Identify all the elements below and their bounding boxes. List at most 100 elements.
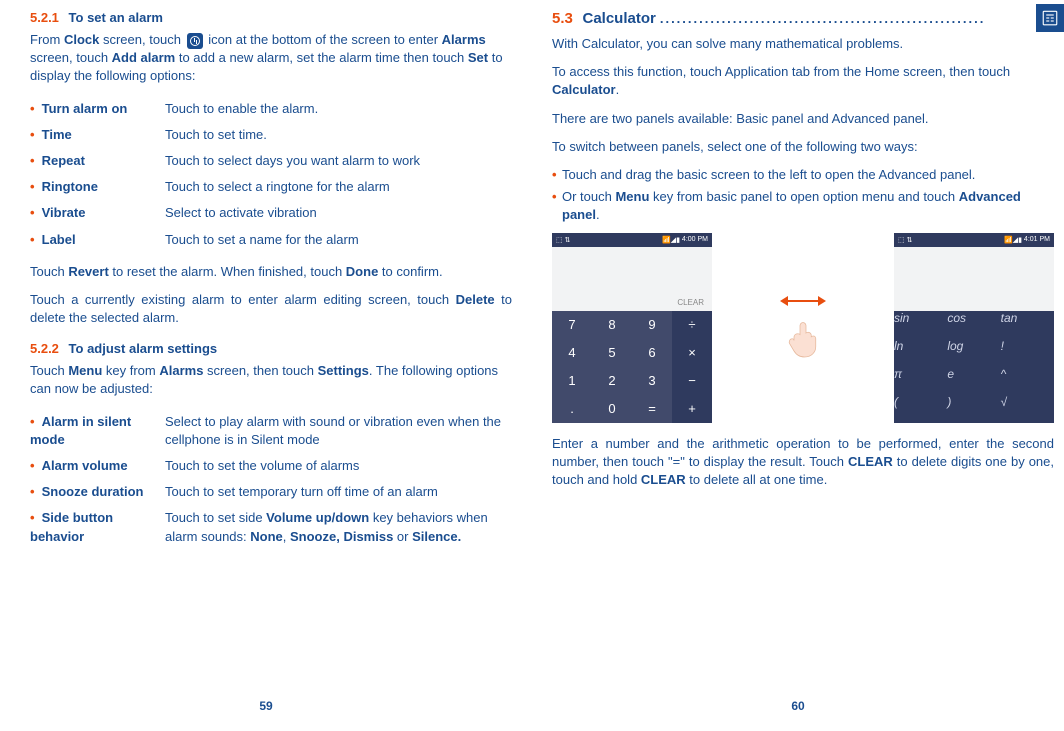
bullet-icon: • xyxy=(30,100,38,118)
signal-icon: 📶◢▮ xyxy=(662,236,680,244)
option-desc: Touch to set time. xyxy=(165,122,512,148)
basic-keypad: 789÷456×123−.0=+ xyxy=(552,311,712,423)
hand-icon xyxy=(779,312,827,360)
calc-key: 6 xyxy=(632,339,672,367)
calc-key: × xyxy=(672,339,712,367)
alarm-options-table: • Turn alarm on Touch to enable the alarm… xyxy=(30,96,512,253)
bullet-icon: • xyxy=(30,231,38,249)
calc-display: CLEAR xyxy=(552,247,712,311)
bullet-icon: • xyxy=(552,188,562,224)
sec-number: 5.2.1 xyxy=(30,10,59,25)
calc-key: 8 xyxy=(592,311,632,339)
bullet-icon: • xyxy=(30,178,38,196)
calc-key: 9 xyxy=(632,311,672,339)
bullet-icon: • xyxy=(30,204,38,222)
bullet-icon: • xyxy=(30,457,38,475)
bullet-icon: • xyxy=(552,166,562,184)
option-desc: Touch to select a ringtone for the alarm xyxy=(165,174,512,200)
advanced-keypad: sincostanlnlog!πe^()√ xyxy=(894,311,1054,423)
option-name: Label xyxy=(42,232,76,247)
option-row: • LabelTouch to set a name for the alarm xyxy=(30,227,512,253)
option-name: Vibrate xyxy=(42,205,86,220)
delete-paragraph: Touch a currently existing alarm to ente… xyxy=(30,291,512,327)
calc-p1: With Calculator, you can solve many math… xyxy=(552,35,1054,53)
option-desc: Select to play alarm with sound or vibra… xyxy=(165,409,512,453)
option-desc: Touch to set side Volume up/down key beh… xyxy=(165,505,512,549)
option-desc: Touch to set temporary turn off time of … xyxy=(165,479,512,505)
option-row: • Alarm volumeTouch to set the volume of… xyxy=(30,453,512,479)
option-name: Snooze duration xyxy=(42,484,144,499)
option-name: Time xyxy=(42,127,72,142)
calculator-screenshots: ⬚ ⇅ 📶◢▮4:00 PM CLEAR 789÷456×123−.0=+ ⬚ … xyxy=(552,233,1054,423)
bullet-2: • Or touch Menu key from basic panel to … xyxy=(552,188,1054,224)
option-row: • Time Touch to set time. xyxy=(30,122,512,148)
option-name: Turn alarm on xyxy=(42,101,128,116)
option-name: Ringtone xyxy=(42,179,98,194)
sec-title: To set an alarm xyxy=(69,10,163,25)
calc-key: log xyxy=(947,339,1000,367)
calc-key: π xyxy=(894,367,947,395)
sec-number: 5.2.2 xyxy=(30,341,59,356)
bullet-icon: • xyxy=(30,483,38,501)
bullet-icon: • xyxy=(30,152,38,170)
calc-key: 7 xyxy=(552,311,592,339)
option-name: Alarm volume xyxy=(42,458,128,473)
calc-key: 0 xyxy=(592,395,632,423)
heading-521: 5.2.1 To set an alarm xyxy=(30,10,512,25)
bullet-1: • Touch and drag the basic screen to the… xyxy=(552,166,1054,184)
status-left-icon: ⬚ ⇅ xyxy=(556,236,570,244)
calc-key: 1 xyxy=(552,367,592,395)
status-left-icon: ⬚ ⇅ xyxy=(898,236,912,244)
option-name: Alarm in silent mode xyxy=(30,414,131,447)
sec-number: 5.3 xyxy=(552,10,573,27)
status-time: 4:01 PM xyxy=(1024,236,1050,243)
swipe-indicator xyxy=(718,296,888,360)
status-time: 4:00 PM xyxy=(682,236,708,243)
calc-key: ^ xyxy=(1001,367,1054,395)
calc-key: ln xyxy=(894,339,947,367)
calc-key: 3 xyxy=(632,367,672,395)
option-row: • Alarm in silent mode Select to play ala… xyxy=(30,409,512,453)
calc-display xyxy=(894,247,1054,311)
page-right: 5.3 Calculator .........................… xyxy=(532,0,1064,731)
calc-key: + xyxy=(672,395,712,423)
option-row: • Side button behaviorTouch to set side … xyxy=(30,505,512,549)
calc-p3: There are two panels available: Basic pa… xyxy=(552,110,1054,128)
calc-key: 2 xyxy=(592,367,632,395)
option-name: Repeat xyxy=(42,153,85,168)
calc-key: √ xyxy=(1001,395,1054,423)
option-row: • Repeat Touch to select days you want al… xyxy=(30,148,512,174)
status-bar: ⬚ ⇅ 📶◢▮4:00 PM xyxy=(552,233,712,247)
option-row: • Snooze duration Touch to set temporary … xyxy=(30,479,512,505)
calc-p2: To access this function, touch Applicati… xyxy=(552,63,1054,99)
status-bar: ⬚ ⇅ 📶◢▮4:01 PM xyxy=(894,233,1054,247)
bullet-icon: • xyxy=(30,413,38,431)
option-row: • Vibrate Select to activate vibration xyxy=(30,200,512,226)
calc-p4: To switch between panels, select one of … xyxy=(552,138,1054,156)
manual-spread: 5.2.1 To set an alarm From Clock screen,… xyxy=(0,0,1064,731)
heading-dots: ........................................… xyxy=(656,11,1054,26)
calc-p5: Enter a number and the arithmetic operat… xyxy=(552,435,1054,490)
page-number: 59 xyxy=(0,699,532,713)
heading-53: 5.3 Calculator .........................… xyxy=(552,10,1054,27)
calc-key: cos xyxy=(947,311,1000,339)
calc-key: 5 xyxy=(592,339,632,367)
sec-title: To adjust alarm settings xyxy=(69,341,218,356)
bullet-icon: • xyxy=(30,126,38,144)
calc-key: ÷ xyxy=(672,311,712,339)
option-desc: Touch to enable the alarm. xyxy=(165,96,512,122)
settings-options-table: • Alarm in silent mode Select to play ala… xyxy=(30,409,512,550)
arrow-right-icon xyxy=(818,296,826,306)
clock-icon xyxy=(187,33,203,49)
option-row: • Ringtone Touch to select a ringtone for… xyxy=(30,174,512,200)
calc-key: e xyxy=(947,367,1000,395)
calc-key: = xyxy=(632,395,672,423)
calc-key: ! xyxy=(1001,339,1054,367)
phone-advanced: ⬚ ⇅ 📶◢▮4:01 PM sincostanlnlog!πe^()√ xyxy=(894,233,1054,423)
calc-key: tan xyxy=(1001,311,1054,339)
option-desc: Touch to select days you want alarm to w… xyxy=(165,148,512,174)
bullet-icon: • xyxy=(30,509,38,527)
phone-basic: ⬚ ⇅ 📶◢▮4:00 PM CLEAR 789÷456×123−.0=+ xyxy=(552,233,712,423)
option-desc: Select to activate vibration xyxy=(165,200,512,226)
option-row: • Turn alarm on Touch to enable the alarm… xyxy=(30,96,512,122)
